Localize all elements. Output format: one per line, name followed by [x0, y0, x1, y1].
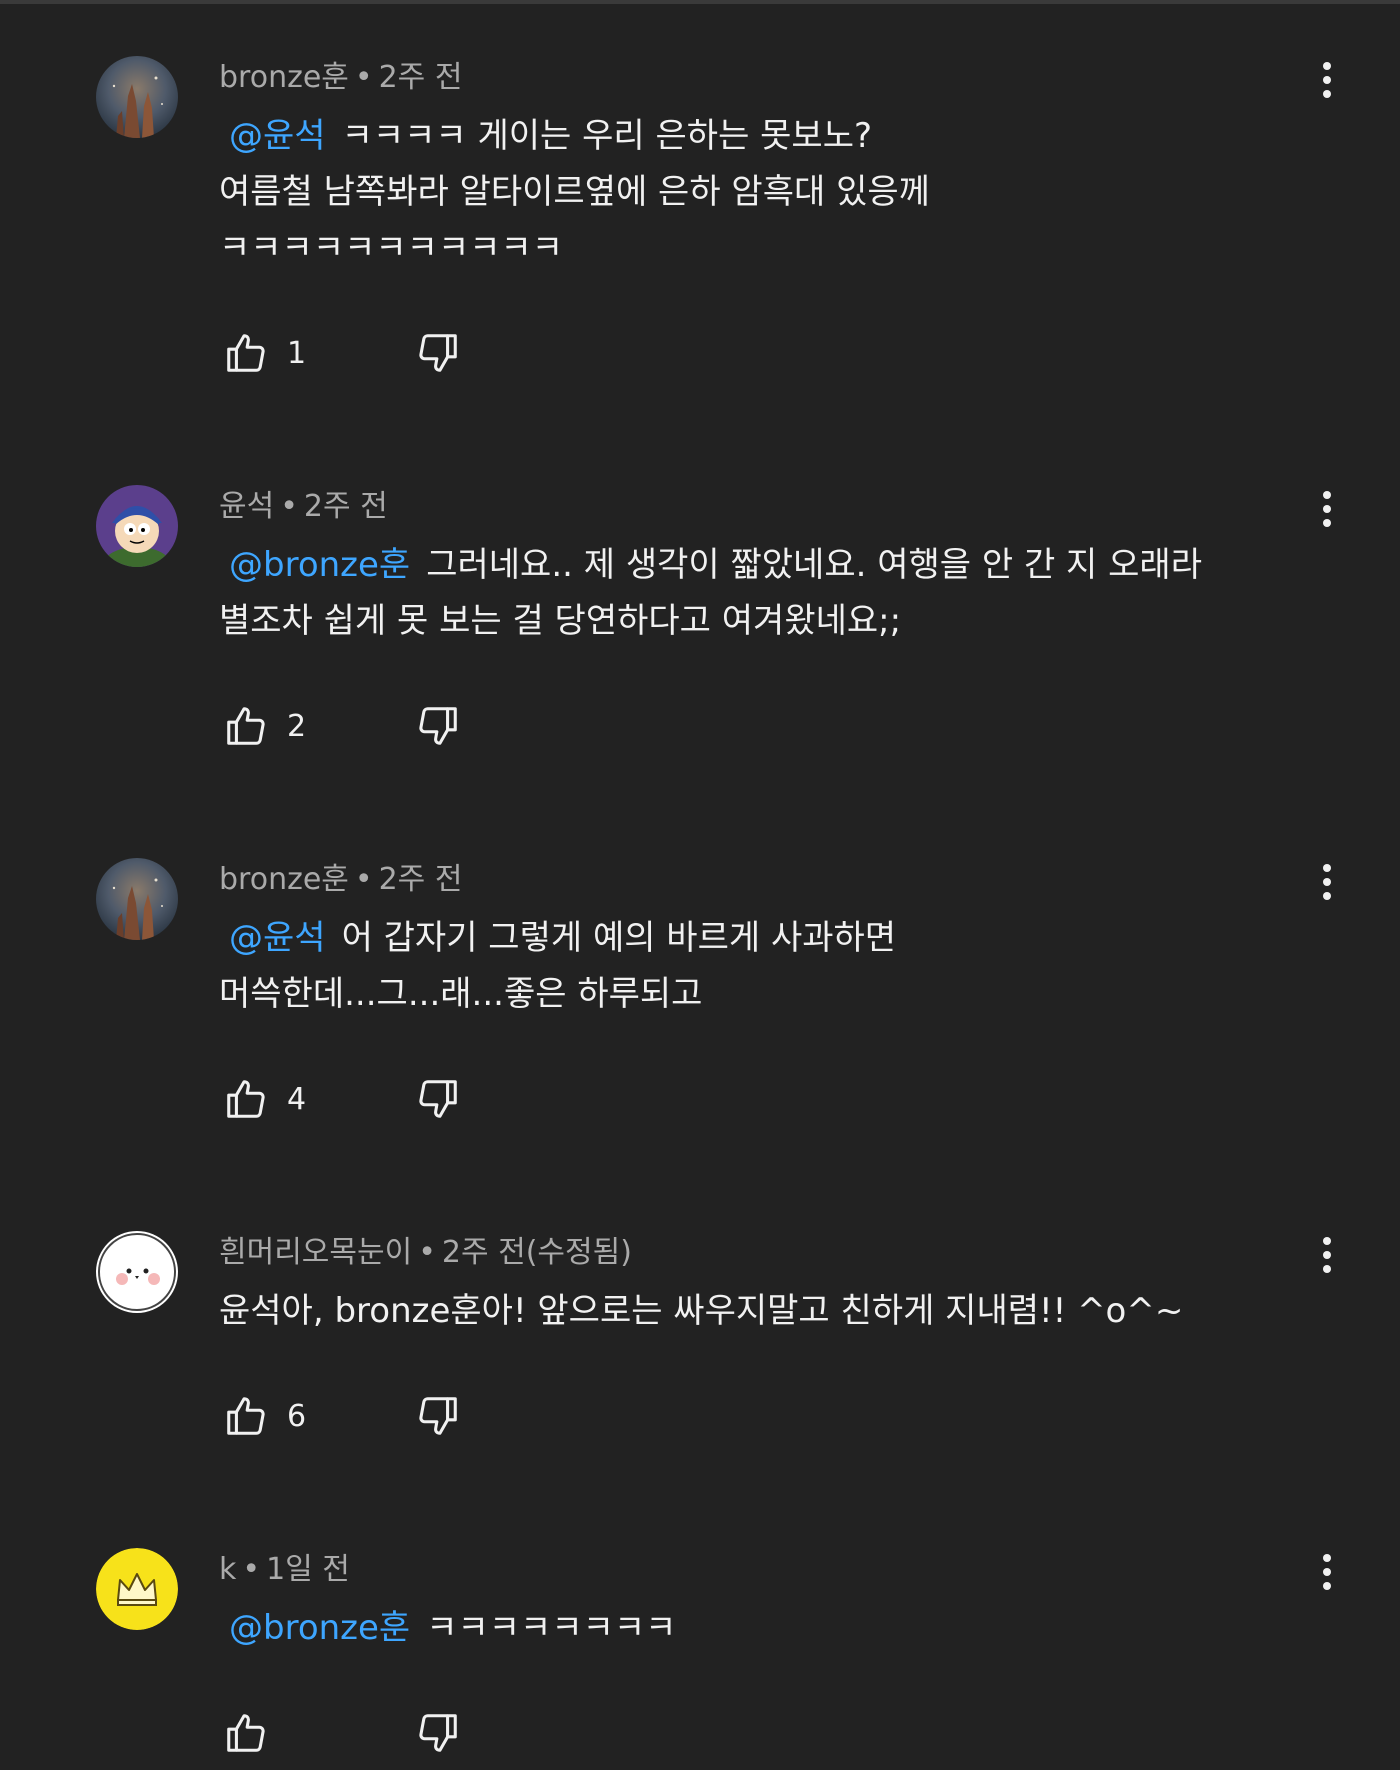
comment-meta: k • 1일 전 — [219, 1550, 350, 1590]
comment-meta: bronze훈 • 2주 전 — [219, 860, 462, 900]
dislike-button[interactable] — [411, 328, 465, 378]
thumbs-down-icon — [419, 1714, 457, 1752]
thumbs-down-icon — [419, 334, 457, 372]
dislike-button[interactable] — [411, 1074, 465, 1124]
thumbs-up-icon — [227, 334, 265, 372]
thumbs-up-icon — [227, 707, 265, 745]
comment-line: 여름철 남쪽봐라 알타이르옆에 은하 암흑대 있응께 — [219, 172, 930, 212]
more-vert-icon[interactable] — [1312, 1235, 1342, 1275]
thumbs-up-icon — [227, 1080, 265, 1118]
comment-thread: bronze훈 • 2주 전 @윤석 ㅋㅋㅋㅋ 게이는 우리 은하는 못보노? 여름철… — [0, 4, 1400, 1770]
timestamp[interactable]: 2주 전(수정됨) — [442, 1235, 632, 1270]
comment-meta: bronze훈 • 2주 전 — [219, 58, 462, 98]
like-count: 4 — [287, 1082, 307, 1117]
more-vert-icon[interactable] — [1312, 1552, 1342, 1592]
comment-text: @bronze훈 ㅋㅋㅋㅋㅋㅋㅋㅋ — [219, 1600, 1299, 1656]
cartoon-avatar[interactable] — [96, 485, 178, 567]
comment-line: @윤석 ㅋㅋㅋㅋ 게이는 우리 은하는 못보노? — [229, 116, 873, 156]
meta-separator: • — [280, 489, 298, 524]
timestamp[interactable]: 2주 전 — [379, 60, 463, 95]
comment-text: @윤석 어 갑자기 그렇게 예의 바르게 사과하면 머쓱한데...그...래...… — [219, 910, 1299, 1022]
nebula-avatar[interactable] — [96, 858, 178, 940]
meta-separator: • — [418, 1235, 436, 1270]
meta-separator: • — [242, 1552, 261, 1587]
comment-line: 별조차 쉽게 못 보는 걸 당연하다고 여겨왔네요;; — [219, 601, 902, 641]
like-button[interactable] — [219, 1391, 273, 1441]
dislike-button[interactable] — [411, 1708, 465, 1758]
thumbs-down-icon — [419, 1397, 457, 1435]
more-vert-icon[interactable] — [1312, 489, 1342, 529]
comment-line: 머쓱한데...그...래...좋은 하루되고 — [219, 974, 703, 1014]
like-count: 6 — [287, 1399, 307, 1434]
like-button[interactable] — [219, 1708, 273, 1758]
author-name[interactable]: 윤석 — [219, 489, 274, 524]
author-name[interactable]: 흰머리오목눈이 — [219, 1235, 412, 1270]
dislike-button[interactable] — [411, 1391, 465, 1441]
comment-line: 윤석아, bronze훈아! 앞으로는 싸우지말고 친하게 지내렴!! ^o^~ — [219, 1291, 1184, 1331]
white-bird-avatar[interactable] — [96, 1231, 178, 1313]
thumbs-down-icon — [419, 707, 457, 745]
mention-link[interactable]: @bronze훈 — [229, 1608, 410, 1648]
comment-text: 윤석아, bronze훈아! 앞으로는 싸우지말고 친하게 지내렴!! ^o^~ — [219, 1283, 1299, 1339]
like-button[interactable] — [219, 328, 273, 378]
author-name[interactable]: k — [219, 1552, 236, 1587]
meta-separator: • — [354, 862, 373, 897]
timestamp[interactable]: 2주 전 — [379, 862, 463, 897]
more-vert-icon[interactable] — [1312, 60, 1342, 100]
meta-separator: • — [354, 60, 373, 95]
comment-line: @bronze훈 ㅋㅋㅋㅋㅋㅋㅋㅋ — [229, 1608, 677, 1648]
crown-avatar[interactable] — [96, 1548, 178, 1630]
like-button[interactable] — [219, 1074, 273, 1124]
thumbs-up-icon — [227, 1714, 265, 1752]
comment-line: @윤석 어 갑자기 그렇게 예의 바르게 사과하면 — [229, 918, 897, 958]
comment-line: @bronze훈 그러네요.. 제 생각이 짧았네요. 여행을 안 간 지 오래라 — [229, 545, 1202, 585]
mention-link[interactable]: @윤석 — [229, 918, 326, 958]
comment-line: ㅋㅋㅋㅋㅋㅋㅋㅋㅋㅋㅋ — [219, 228, 564, 268]
more-vert-icon[interactable] — [1312, 862, 1342, 902]
mention-link[interactable]: @윤석 — [229, 116, 326, 156]
like-count: 1 — [287, 336, 307, 371]
like-button[interactable] — [219, 701, 273, 751]
comment-text: @bronze훈 그러네요.. 제 생각이 짧았네요. 여행을 안 간 지 오래라… — [219, 537, 1299, 649]
comment-meta: 윤석 • 2주 전 — [219, 487, 388, 527]
timestamp[interactable]: 1일 전 — [266, 1552, 350, 1587]
thumbs-down-icon — [419, 1080, 457, 1118]
comment-text: @윤석 ㅋㅋㅋㅋ 게이는 우리 은하는 못보노? 여름철 남쪽봐라 알타이르옆에 … — [219, 108, 1299, 276]
like-count: 2 — [287, 709, 307, 744]
author-name[interactable]: bronze훈 — [219, 60, 349, 95]
author-name[interactable]: bronze훈 — [219, 862, 349, 897]
nebula-avatar[interactable] — [96, 56, 178, 138]
comment-meta: 흰머리오목눈이 • 2주 전(수정됨) — [219, 1233, 632, 1273]
timestamp[interactable]: 2주 전 — [304, 489, 388, 524]
dislike-button[interactable] — [411, 701, 465, 751]
mention-link[interactable]: @bronze훈 — [229, 545, 410, 585]
thumbs-up-icon — [227, 1397, 265, 1435]
